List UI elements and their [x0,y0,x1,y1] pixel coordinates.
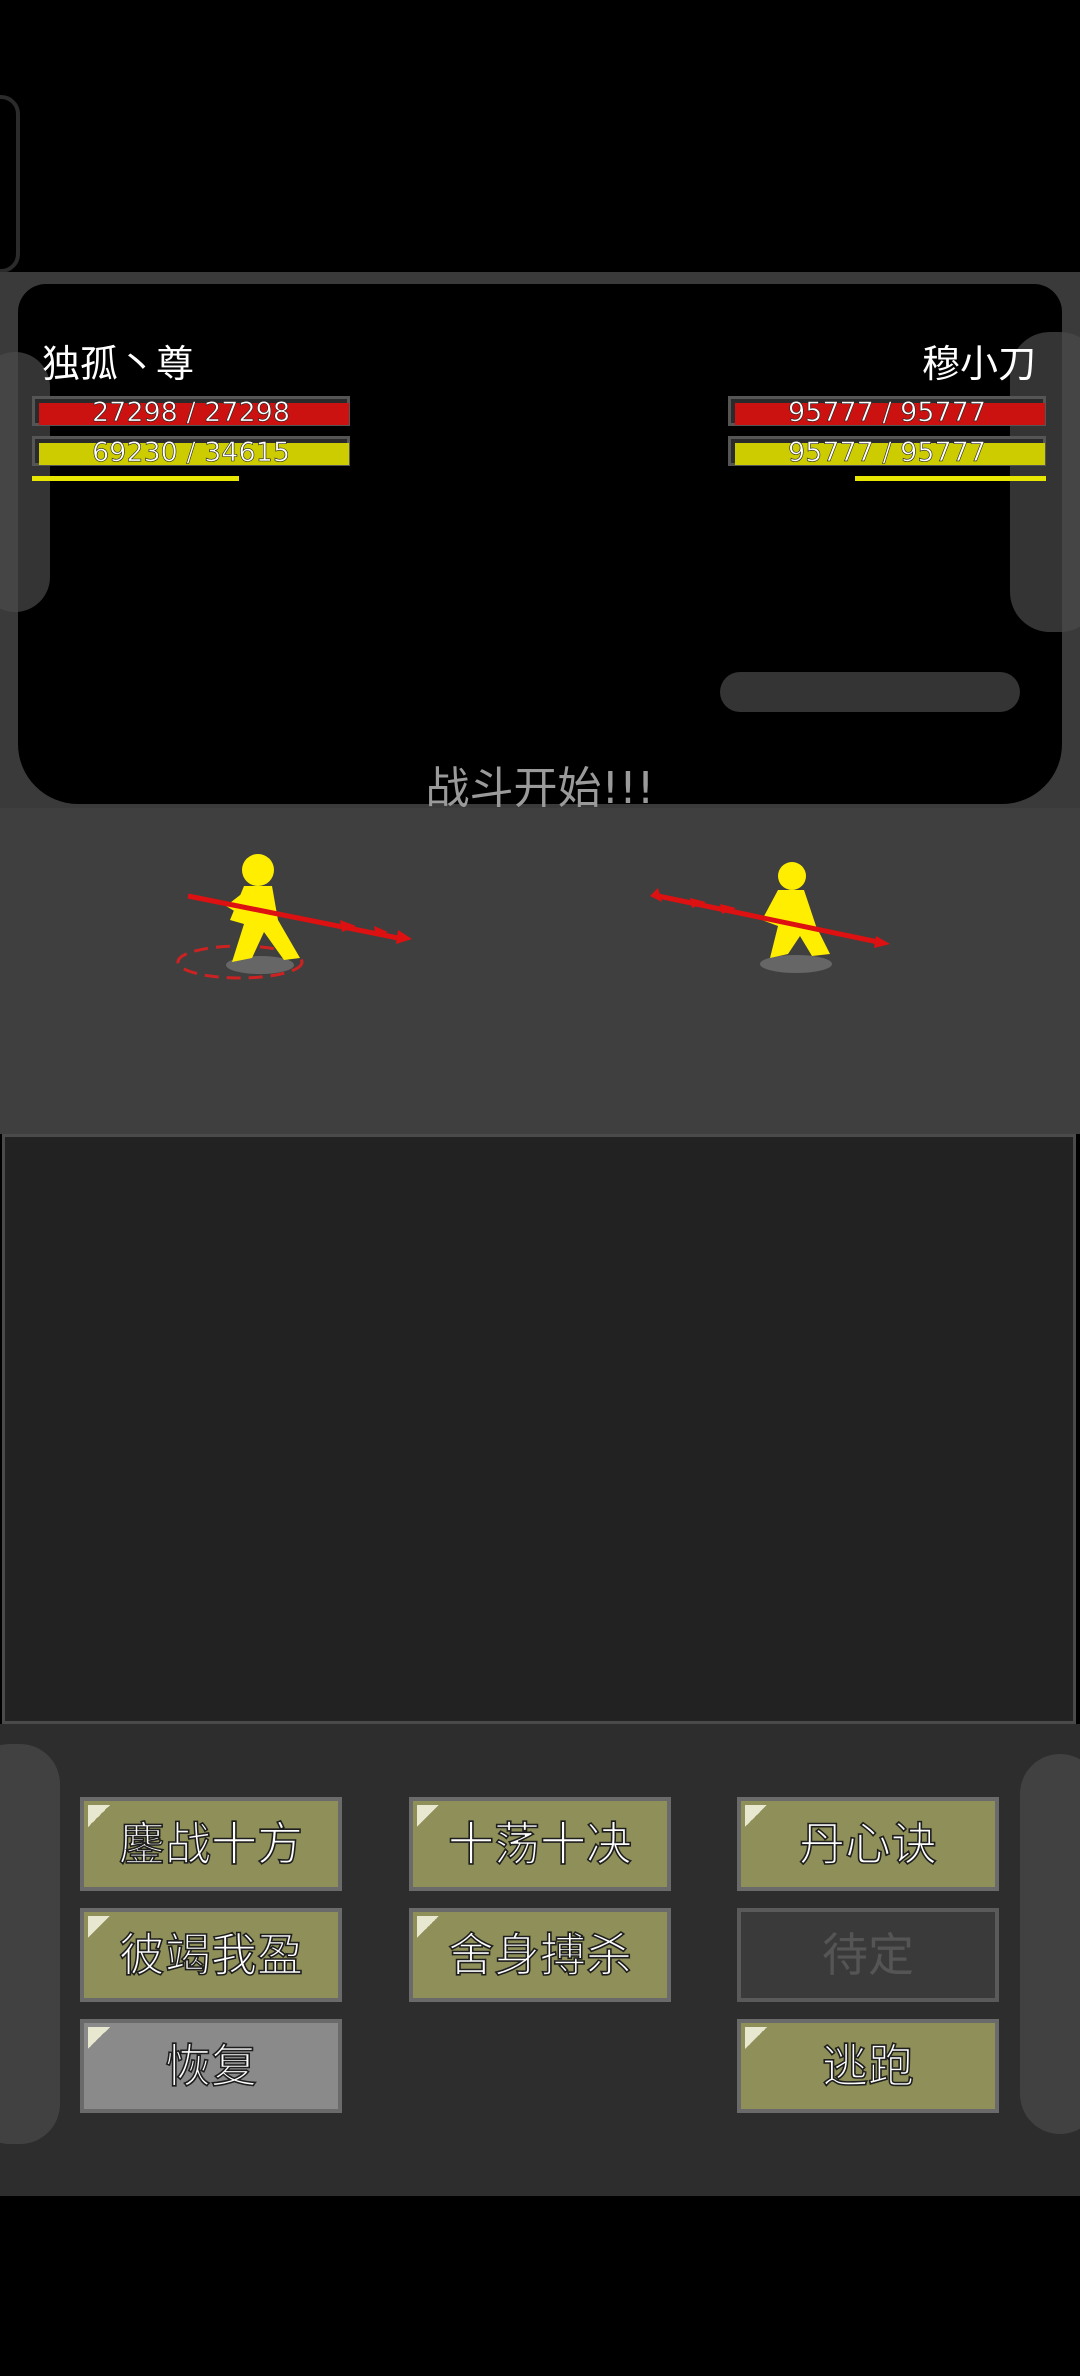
enemy-hp-bar: 95777 / 95777 [728,396,1046,428]
skills-smoke-right [1020,1754,1080,2134]
enemy-energy-bar [855,476,1046,481]
enemy-hp-text: 95777 / 95777 [787,397,987,428]
enemy-name: 穆小刀 [921,342,1036,386]
skill-button-5[interactable]: 舍身搏杀 [409,1908,671,2002]
top-black-band [0,0,1080,272]
recover-button[interactable]: 恢复 [80,2019,342,2113]
bottom-black-band [0,2196,1080,2376]
player-mp-bar: 69230 / 34615 [32,436,350,468]
player-fighter[interactable] [160,840,430,1000]
battle-message: 战斗开始!!! [425,763,655,814]
flee-button[interactable]: 逃跑 [737,2019,999,2113]
enemy-mp-text: 95777 / 95777 [787,437,987,468]
player-hp-bar: 27298 / 27298 [32,396,350,428]
player-hp-text: 27298 / 27298 [91,397,291,428]
corner-bracket-decoration [0,95,20,273]
player-spear [187,893,399,941]
skill-button-2[interactable]: 十荡十决 [409,1797,671,1891]
smoke-left [0,352,50,612]
player-energy-bar [32,476,239,481]
smoke-cloud [720,672,1020,712]
skills-smoke-left [0,1744,60,2144]
player-name: 独孤丶尊 [42,342,195,386]
enemy-fighter[interactable] [650,850,900,980]
enemy-mp-bar: 95777 / 95777 [728,436,1046,468]
skill-button-3[interactable]: 丹心诀 [737,1797,999,1891]
skill-button-1[interactable]: 鏖战十方 [80,1797,342,1891]
player-mp-text: 69230 / 34615 [91,437,291,468]
skill-slot-pending: 待定 [737,1908,999,2002]
battle-log-panel [2,1134,1076,1724]
skill-button-4[interactable]: 彼竭我盈 [80,1908,342,2002]
